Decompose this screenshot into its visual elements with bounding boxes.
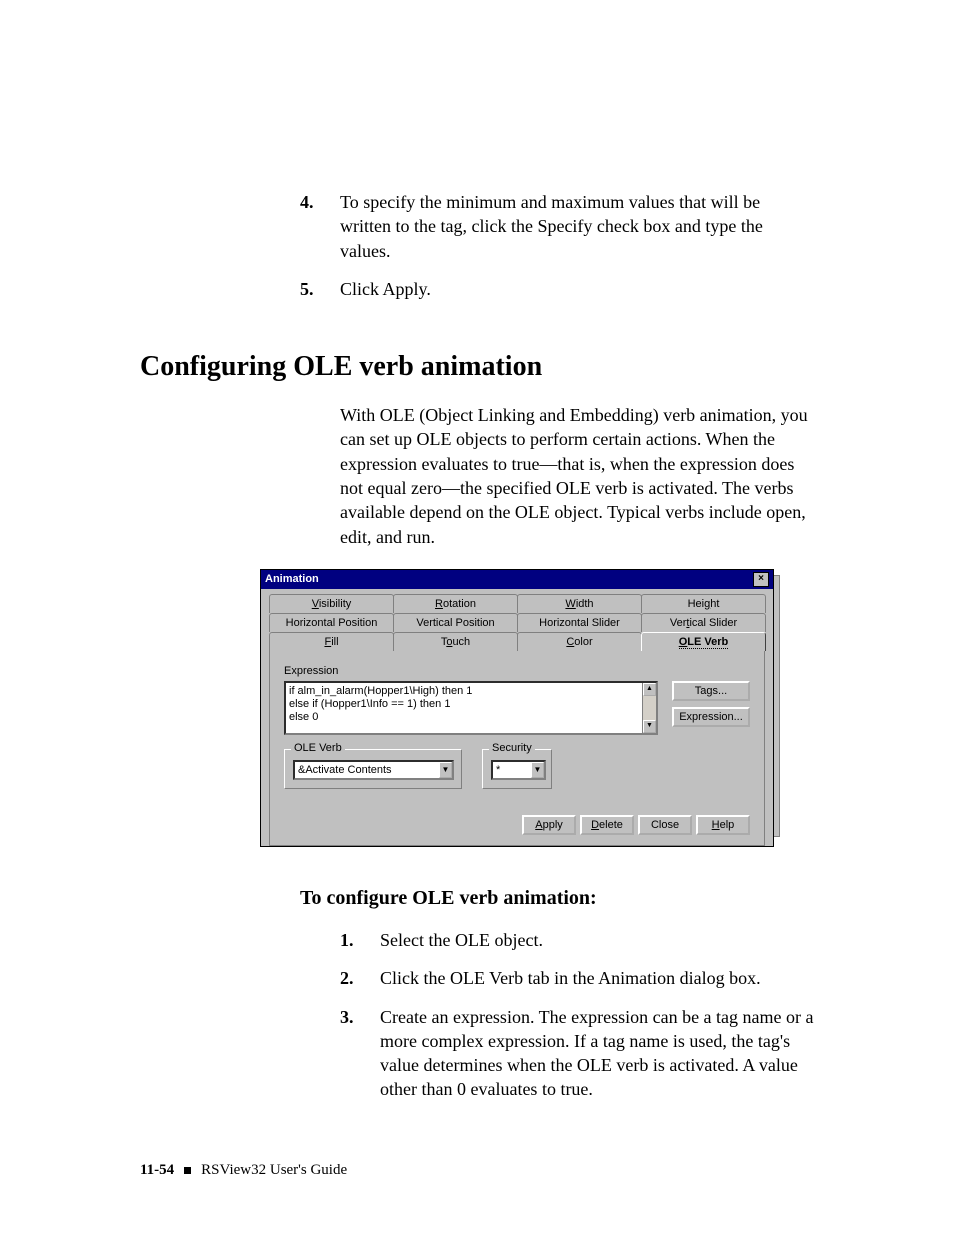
step-num: 1. [340,928,380,952]
step-num: 5. [300,277,340,301]
tab-horizontal-slider[interactable]: Horizontal Slider [517,613,642,632]
step-text: Create an expression. The expression can… [380,1005,814,1102]
delete-button[interactable]: Delete [580,815,634,835]
footer-text: RSView32 User's Guide [201,1162,347,1179]
page-footer: 11-54 RSView32 User's Guide [140,1162,814,1179]
tab-visibility[interactable]: Visibility [269,594,394,613]
dialog-titlebar: Animation × [261,570,773,589]
step-text: Click Apply. [340,277,814,301]
tab-panel-ole-verb: Expression if alm_in_alarm(Hopper1\High)… [269,650,765,846]
tab-vertical-slider[interactable]: Vertical Slider [641,613,766,632]
apply-button[interactable]: Apply [522,815,576,835]
section-heading: Configuring OLE verb animation [140,351,814,383]
step-num: 3. [340,1005,380,1102]
step-5: 5. Click Apply. [300,277,814,301]
tab-fill[interactable]: Fill [269,632,394,651]
tab-width[interactable]: Width [517,594,642,613]
bullet-icon [184,1167,191,1174]
ole-verb-group: OLE Verb &Activate Contents ▼ [284,749,462,789]
tab-height[interactable]: Height [641,594,766,613]
dialog-title: Animation [265,573,319,585]
security-select[interactable]: * ▼ [491,760,546,780]
security-value: * [496,764,500,776]
chevron-down-icon[interactable]: ▼ [531,762,544,778]
step-4: 4. To specify the minimum and maximum va… [300,190,814,263]
ole-verb-legend: OLE Verb [291,742,345,754]
step-3b: 3. Create an expression. The expression … [340,1005,814,1102]
scrollbar[interactable]: ▲ ▼ [642,683,656,733]
step-text: Click the OLE Verb tab in the Animation … [380,966,814,990]
scroll-down-icon[interactable]: ▼ [643,720,656,733]
step-2b: 2. Click the OLE Verb tab in the Animati… [340,966,814,990]
tab-touch[interactable]: Touch [393,632,518,651]
ole-verb-select[interactable]: &Activate Contents ▼ [293,760,454,780]
step-num: 4. [300,190,340,263]
chevron-down-icon[interactable]: ▼ [439,762,452,778]
step-text: To specify the minimum and maximum value… [340,190,814,263]
expression-line: if alm_in_alarm(Hopper1\High) then 1 [289,685,653,698]
tab-rotation[interactable]: Rotation [393,594,518,613]
help-button[interactable]: Help [696,815,750,835]
expression-button[interactable]: Expression... [672,707,750,727]
animation-dialog-figure: Animation × VisibilityRotationWidthHeigh… [260,569,774,847]
page-number: 11-54 [140,1162,174,1179]
tab-vertical-position[interactable]: Vertical Position [393,613,518,632]
close-icon[interactable]: × [753,572,769,587]
tab-color[interactable]: Color [517,632,642,651]
section-paragraph: With OLE (Object Linking and Embedding) … [340,403,814,549]
animation-dialog: Animation × VisibilityRotationWidthHeigh… [260,569,774,847]
tags-button[interactable]: Tags... [672,681,750,701]
security-group: Security * ▼ [482,749,552,789]
subsection-heading: To configure OLE verb animation: [300,887,814,910]
expression-textarea[interactable]: if alm_in_alarm(Hopper1\High) then 1else… [284,681,658,735]
expression-line: else 0 [289,711,653,724]
security-legend: Security [489,742,535,754]
ole-verb-value: &Activate Contents [298,764,392,776]
step-1b: 1. Select the OLE object. [340,928,814,952]
tab-horizontal-position[interactable]: Horizontal Position [269,613,394,632]
step-num: 2. [340,966,380,990]
tab-ole-verb[interactable]: OLE Verb [641,632,766,651]
scroll-up-icon[interactable]: ▲ [643,683,656,696]
expression-label: Expression [284,665,750,677]
expression-line: else if (Hopper1\Info == 1) then 1 [289,698,653,711]
step-text: Select the OLE object. [380,928,814,952]
close-button[interactable]: Close [638,815,692,835]
